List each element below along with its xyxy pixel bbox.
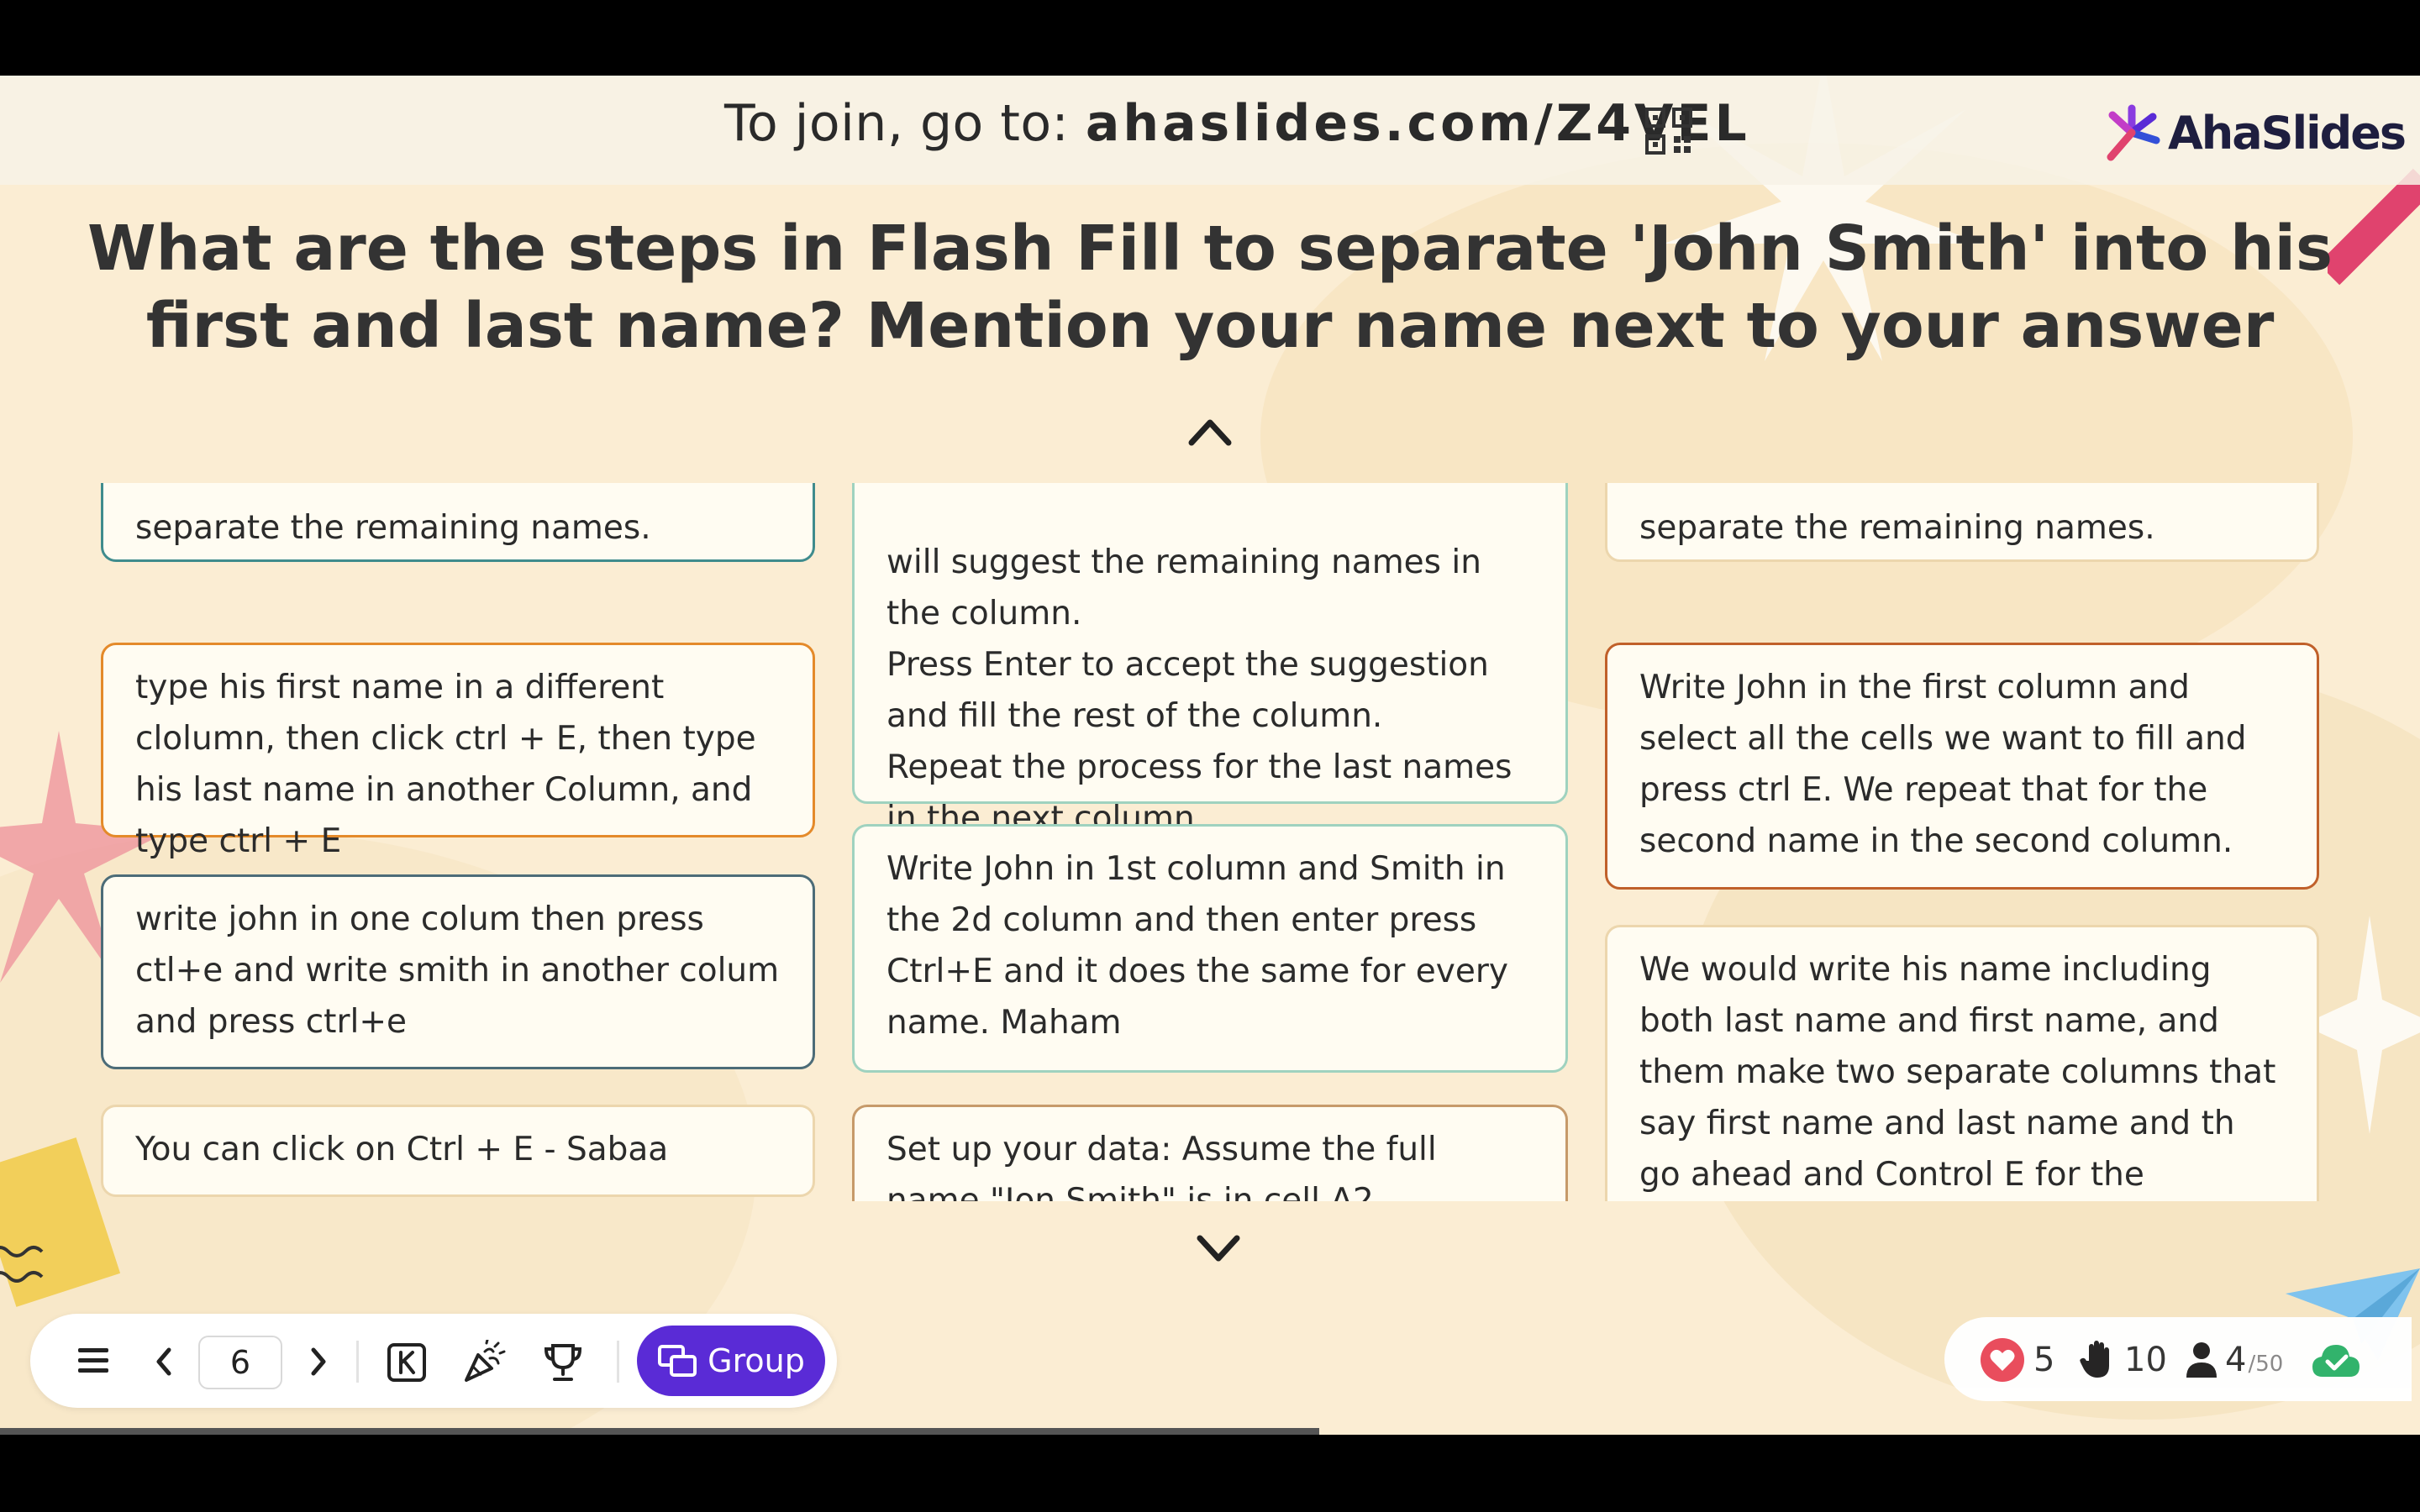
answer-card: type his first name in a different clolu… <box>101 643 815 860</box>
raised-hand-icon <box>2080 1341 2109 1378</box>
logo-text: AhaSlides <box>2168 106 2407 160</box>
answer-text: Set up your data: Assume the full name "… <box>886 1131 1437 1201</box>
trophy-icon <box>544 1344 582 1381</box>
answer-card: We would write his name including both l… <box>1605 925 2319 1201</box>
answer-text: Write John in the first column and selec… <box>1639 669 2247 860</box>
answer-card: Set up your data: Assume the full name "… <box>852 1105 1568 1201</box>
user-icon <box>2186 1342 2217 1378</box>
keyboard-k-icon <box>387 1343 426 1382</box>
answer-card: Write John in the first column and selec… <box>1605 643 2319 890</box>
scroll-down-chevron-icon[interactable] <box>1197 1235 1240 1265</box>
presenter-toolbar: 6 Group <box>30 1314 837 1408</box>
answer-text: separate the remaining names. <box>1639 509 2155 547</box>
participants-count[interactable]: 4/50 <box>2185 1337 2283 1383</box>
join-bar: To join, go to: ahaslides.com/Z4VEL AhaS… <box>0 76 2420 185</box>
chevron-right-icon <box>311 1347 326 1376</box>
answer-card: You can click on Ctrl + E - Sabaa <box>101 1105 815 1197</box>
answer-card: will suggest the remaining names in the … <box>852 483 1568 837</box>
previous-slide-button[interactable] <box>143 1341 185 1383</box>
menu-button[interactable] <box>72 1339 114 1381</box>
hamburger-icon <box>78 1348 108 1373</box>
answer-text: We would write his name including both l… <box>1639 951 2276 1194</box>
keyboard-shortcuts-button[interactable] <box>383 1339 430 1386</box>
raised-hands-value: 10 <box>2124 1341 2167 1379</box>
group-button[interactable]: Group <box>637 1326 825 1396</box>
heart-icon <box>1981 1338 2024 1382</box>
next-slide-button[interactable] <box>297 1341 339 1383</box>
ahaslides-logo-icon <box>2107 104 2160 161</box>
reactions-count[interactable]: 5 <box>1980 1337 2054 1383</box>
bottom-letterbox <box>0 1435 2420 1512</box>
chevron-left-icon <box>156 1347 171 1376</box>
join-instructions: To join, go to: ahaslides.com/Z4VEL <box>724 94 1750 153</box>
raised-hands-count[interactable]: 10 <box>2079 1337 2167 1383</box>
ahaslides-logo: AhaSlides <box>2101 99 2407 166</box>
slide-progress-bar <box>0 1428 1319 1435</box>
sync-status[interactable] <box>2311 1337 2361 1383</box>
reactions-value: 5 <box>2033 1341 2055 1379</box>
stats-bar: 5 10 4/50 <box>1944 1317 2412 1401</box>
answer-text: You can click on Ctrl + E - Sabaa <box>135 1131 669 1168</box>
participants-value: 4 <box>2225 1341 2247 1379</box>
toolbar-divider <box>356 1341 359 1383</box>
question-title: What are the steps in Flash Fill to sepa… <box>87 213 2333 362</box>
answers-grid[interactable]: separate the remaining names. type his f… <box>0 483 2420 1201</box>
party-popper-icon <box>465 1340 506 1382</box>
answer-text: will suggest the remaining names in the … <box>886 543 1512 837</box>
scroll-up-chevron-icon[interactable] <box>1188 416 1232 446</box>
slide-number-input[interactable]: 6 <box>198 1336 282 1389</box>
answer-card: Write John in 1st column and Smith in th… <box>852 824 1568 1073</box>
answer-card: separate the remaining names. <box>1605 483 2319 562</box>
answer-text: write john in one colum then press ctl+e… <box>135 900 780 1041</box>
celebrate-button[interactable] <box>459 1337 509 1388</box>
cloud-check-icon <box>2312 1345 2360 1377</box>
answer-card: write john in one colum then press ctl+e… <box>101 874 815 1069</box>
top-letterbox <box>0 0 2420 76</box>
presentation-stage: To join, go to: ahaslides.com/Z4VEL AhaS… <box>0 76 2420 1435</box>
leaderboard-button[interactable] <box>538 1337 588 1388</box>
group-windows-icon <box>658 1345 697 1377</box>
answer-text: separate the remaining names. <box>135 509 651 547</box>
answer-text: Write John in 1st column and Smith in th… <box>886 850 1508 1042</box>
answer-text: type his first name in a different clolu… <box>135 669 756 860</box>
toolbar-divider <box>617 1341 619 1383</box>
group-button-label: Group <box>708 1342 805 1379</box>
answer-card: separate the remaining names. <box>101 483 815 562</box>
qr-code-icon[interactable] <box>1645 108 1692 155</box>
join-prefix: To join, go to: <box>724 94 1086 153</box>
participants-max: /50 <box>2248 1352 2284 1377</box>
